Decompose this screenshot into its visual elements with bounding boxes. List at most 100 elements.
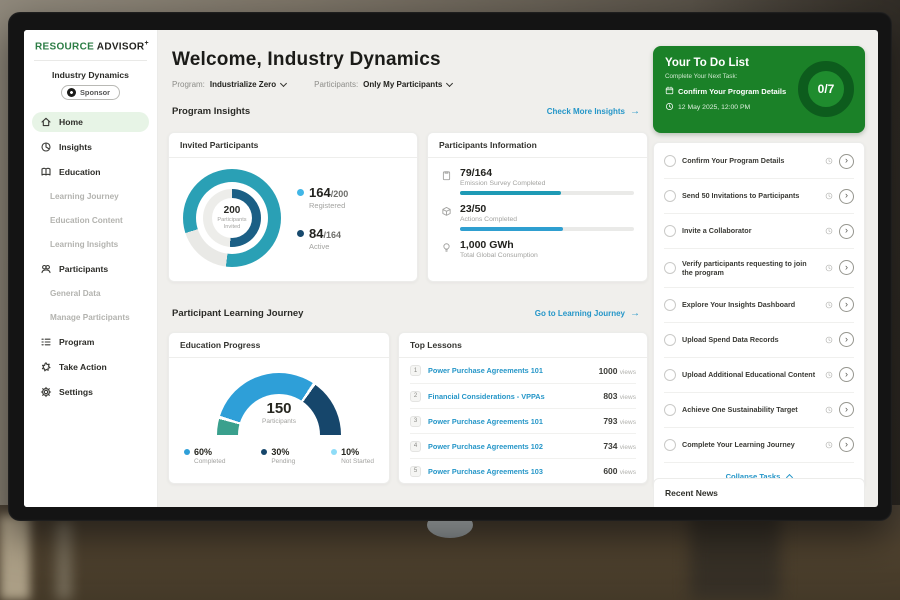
lesson-views: 793: [603, 416, 617, 426]
task-checkbox[interactable]: [664, 155, 676, 167]
program-filter-label: Program:: [172, 80, 205, 89]
views-suffix: views: [620, 444, 636, 451]
todo-progress-value: 0/7: [818, 82, 835, 96]
legend-active: 84/164 Active: [297, 226, 348, 251]
stat-label: Total Global Consumption: [460, 252, 634, 259]
todo-task-row[interactable]: Confirm Your Program Details ›: [664, 144, 854, 179]
task-go-button[interactable]: ›: [839, 437, 854, 452]
go-to-learning-journey-link[interactable]: Go to Learning Journey →: [535, 309, 640, 319]
legend-label: Completed: [194, 458, 225, 465]
task-label: Invite a Collaborator: [682, 226, 819, 235]
task-label: Send 50 Invitations to Participants: [682, 191, 819, 200]
sidebar-item-general-data[interactable]: General Data: [32, 284, 149, 302]
task-go-button[interactable]: ›: [839, 189, 854, 204]
section-title: Program Insights: [172, 106, 250, 117]
logo-advisor: ADVISOR: [97, 41, 145, 52]
card-title: Invited Participants: [169, 133, 417, 158]
sidebar-item-learning-insights[interactable]: Learning Insights: [32, 235, 149, 253]
task-go-button[interactable]: ›: [839, 260, 854, 275]
task-checkbox[interactable]: [664, 334, 676, 346]
active-value: 84: [309, 226, 323, 241]
sidebar-item-participants[interactable]: Participants: [32, 259, 149, 279]
task-go-button[interactable]: ›: [839, 297, 854, 312]
task-label: Upload Spend Data Records: [682, 335, 819, 344]
sidebar-item-label: Take Action: [59, 362, 107, 372]
todo-task-row[interactable]: Invite a Collaborator ›: [664, 214, 854, 249]
lesson-link[interactable]: Power Purchase Agreements 101: [428, 366, 592, 375]
sidebar-item-education[interactable]: Education: [32, 162, 149, 182]
invited-participants-card: Invited Participants 200 Participants In…: [168, 132, 418, 282]
sidebar-item-program[interactable]: Program: [32, 332, 149, 352]
task-checkbox[interactable]: [664, 299, 676, 311]
todo-task-row[interactable]: Verify participants requesting to join t…: [664, 249, 854, 288]
sidebar-item-learning-journey[interactable]: Learning Journey: [32, 187, 149, 205]
lesson-link[interactable]: Power Purchase Agreements 102: [428, 442, 596, 451]
top-lessons-list: 1 Power Purchase Agreements 101 1000 vie…: [399, 358, 647, 483]
lesson-rank: 2: [410, 391, 421, 402]
sidebar-item-label: Manage Participants: [50, 313, 130, 322]
lesson-link[interactable]: Power Purchase Agreements 103: [428, 467, 596, 476]
registered-label: Registered: [309, 201, 348, 210]
task-go-button[interactable]: ›: [839, 332, 854, 347]
sidebar-item-take-action[interactable]: Take Action: [32, 357, 149, 377]
active-dot: [297, 230, 304, 237]
views-suffix: views: [620, 369, 636, 376]
sidebar-item-label: Education Content: [50, 216, 123, 225]
todo-task-row[interactable]: Achieve One Sustainability Target ›: [664, 393, 854, 428]
lesson-row: 2 Financial Considerations - VPPAs 803 v…: [410, 383, 636, 408]
dashboard-screen: RESOURCE ADVISOR+ Industry Dynamics Spon…: [24, 30, 878, 507]
task-go-button[interactable]: ›: [839, 367, 854, 382]
task-go-button[interactable]: ›: [839, 224, 854, 239]
invited-donut-chart: 200 Participants Invited: [183, 169, 281, 267]
task-checkbox[interactable]: [664, 404, 676, 416]
todo-next-task-label: Confirm Your Program Details: [678, 87, 786, 96]
participants-information-card: Participants Information 79/164 Emission…: [427, 132, 648, 282]
task-go-button[interactable]: ›: [839, 154, 854, 169]
task-checkbox[interactable]: [664, 225, 676, 237]
sidebar-item-label: Participants: [59, 264, 108, 274]
task-checkbox[interactable]: [664, 369, 676, 381]
todo-task-row[interactable]: Send 50 Invitations to Participants ›: [664, 179, 854, 214]
sidebar-nav: Home Insights Education Learning Journey…: [24, 112, 157, 402]
lesson-link[interactable]: Power Purchase Agreements 101: [428, 417, 596, 426]
program-filter[interactable]: Program: Industrialize Zero: [172, 80, 286, 89]
lesson-rank: 3: [410, 416, 421, 427]
task-checkbox[interactable]: [664, 262, 676, 274]
lesson-rank: 1: [410, 365, 421, 376]
todo-task-row[interactable]: Explore Your Insights Dashboard ›: [664, 288, 854, 323]
sidebar-item-education-content[interactable]: Education Content: [32, 211, 149, 229]
participants-icon: [40, 263, 52, 275]
clock-icon: [665, 102, 674, 113]
todo-task-row[interactable]: Upload Additional Educational Content ›: [664, 358, 854, 393]
lesson-views: 803: [603, 391, 617, 401]
legend-value: 30%: [271, 447, 295, 457]
sidebar-item-home[interactable]: Home: [32, 112, 149, 132]
lesson-row: 5 Power Purchase Agreements 103 600 view…: [410, 458, 636, 483]
chevron-down-icon: [280, 79, 287, 86]
stat-value: 23/50: [460, 203, 634, 215]
todo-task-row[interactable]: Upload Spend Data Records ›: [664, 323, 854, 358]
gauge-center: 150 Participants: [217, 400, 341, 425]
sidebar: RESOURCE ADVISOR+ Industry Dynamics Spon…: [24, 30, 158, 507]
clock-icon: [825, 264, 833, 272]
main-content: Welcome, Industry Dynamics Program: Indu…: [160, 30, 652, 507]
participants-filter[interactable]: Participants: Only My Participants: [314, 80, 452, 89]
sidebar-item-insights[interactable]: Insights: [32, 137, 149, 157]
check-more-insights-link[interactable]: Check More Insights →: [547, 107, 640, 117]
task-label: Verify participants requesting to join t…: [682, 259, 819, 278]
todo-task-row[interactable]: Complete Your Learning Journey ›: [664, 428, 854, 463]
lesson-link[interactable]: Financial Considerations - VPPAs: [428, 392, 596, 401]
gauge-label: Participants: [217, 418, 341, 425]
todo-header-card: Your To Do List Complete Your Next Task:…: [653, 46, 865, 133]
stat-label: Emission Survey Completed: [460, 180, 634, 187]
card-title: Participants Information: [428, 133, 647, 158]
sponsor-label: Sponsor: [80, 88, 110, 97]
sidebar-item-settings[interactable]: Settings: [32, 382, 149, 402]
task-checkbox[interactable]: [664, 439, 676, 451]
sidebar-item-manage-participants[interactable]: Manage Participants: [32, 308, 149, 326]
task-checkbox[interactable]: [664, 190, 676, 202]
legend-completed: 60% Completed: [184, 447, 225, 465]
legend-pending: 30% Pending: [261, 447, 295, 465]
task-go-button[interactable]: ›: [839, 402, 854, 417]
lesson-rank: 5: [410, 466, 421, 477]
